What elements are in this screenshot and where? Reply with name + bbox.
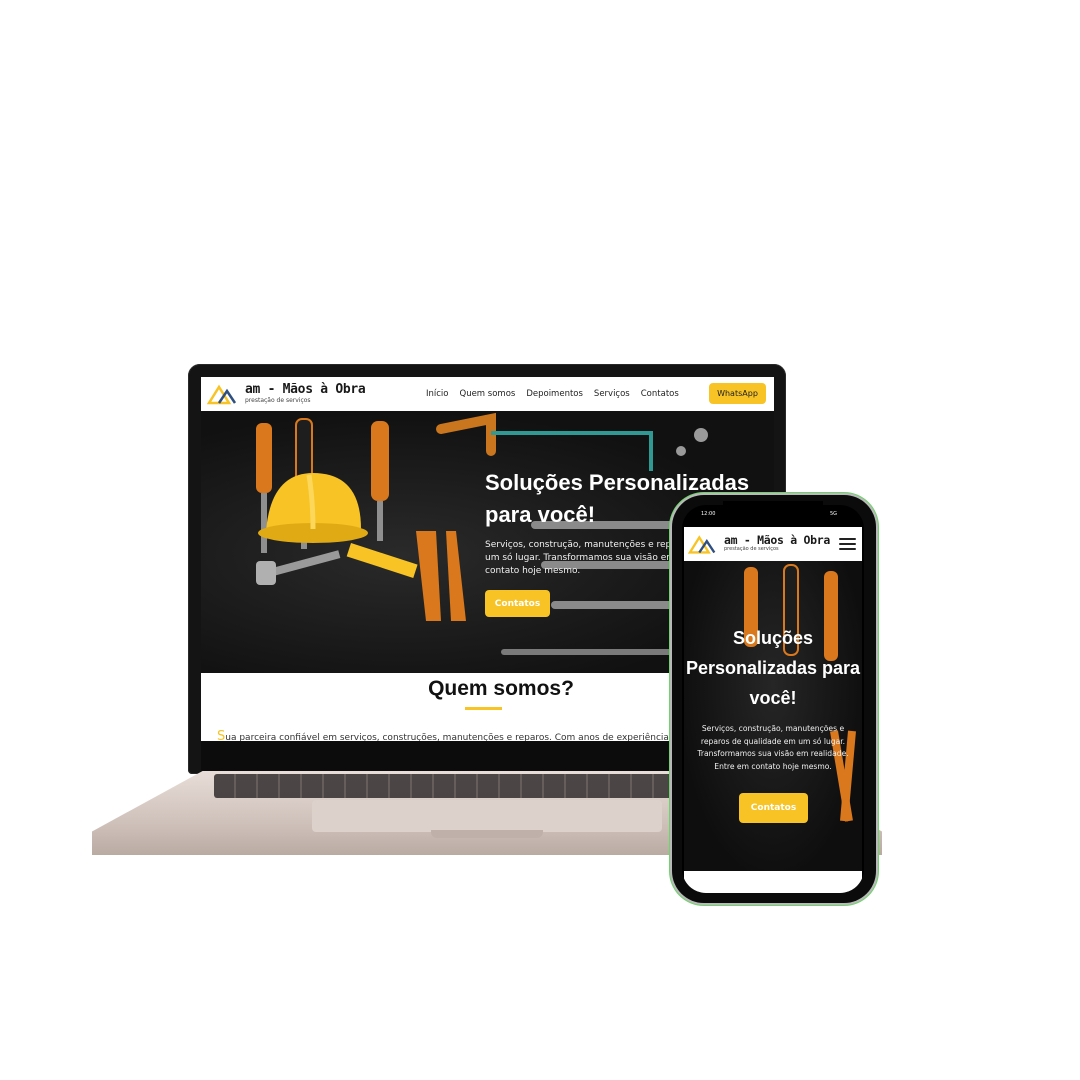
status-time: 12:00 [701, 511, 716, 517]
tools-background-image [744, 564, 856, 822]
brand-name: am - Mãos à Obra [724, 533, 830, 547]
laptop-trackpad [312, 800, 662, 832]
nav-item-servicos[interactable]: Serviços [594, 389, 630, 399]
mobile-navbar: am - Mãos à Obra prestação de serviços [684, 527, 862, 561]
nav-item-contatos[interactable]: Contatos [641, 389, 679, 399]
brand-name: am - Mãos à Obra [245, 382, 366, 397]
about-title-underline [465, 707, 502, 710]
mobile-hero-text: Serviços, construção, manutenções e repa… [697, 724, 849, 771]
about-paragraph: ua parceira confiável em serviços, const… [225, 733, 683, 741]
mobile-hero-title: Soluções Personalizadas para você! [685, 628, 861, 708]
nav-item-depoimentos[interactable]: Depoimentos [526, 389, 583, 399]
mobile-contatos-button[interactable]: Contatos [739, 793, 808, 823]
laptop-notch [431, 830, 543, 838]
nav-item-quem-somos[interactable]: Quem somos [460, 389, 516, 399]
desktop-contatos-button[interactable]: Contatos [485, 590, 550, 617]
brand-tagline: prestação de serviços [245, 397, 311, 404]
desktop-navbar: am - Mãos à Obra prestação de serviços I… [201, 377, 774, 411]
desktop-menu: Início Quem somos Depoimentos Serviços C… [426, 389, 679, 399]
brand-tagline: prestação de serviços [724, 546, 779, 552]
phone-notch [723, 501, 823, 521]
hamburger-menu-icon[interactable] [839, 538, 856, 550]
nav-item-inicio[interactable]: Início [426, 389, 449, 399]
logo-icon [688, 535, 716, 554]
mobile-hero: Soluções Personalizadas para você! Servi… [684, 561, 862, 871]
whatsapp-button[interactable]: WhatsApp [709, 383, 766, 404]
mobile-next-section [684, 871, 862, 893]
status-signal: 5G [830, 511, 838, 517]
logo-icon [207, 384, 237, 405]
mobile-website: 12:00 5G am - Mãos à Obra prestação de s… [682, 505, 864, 893]
